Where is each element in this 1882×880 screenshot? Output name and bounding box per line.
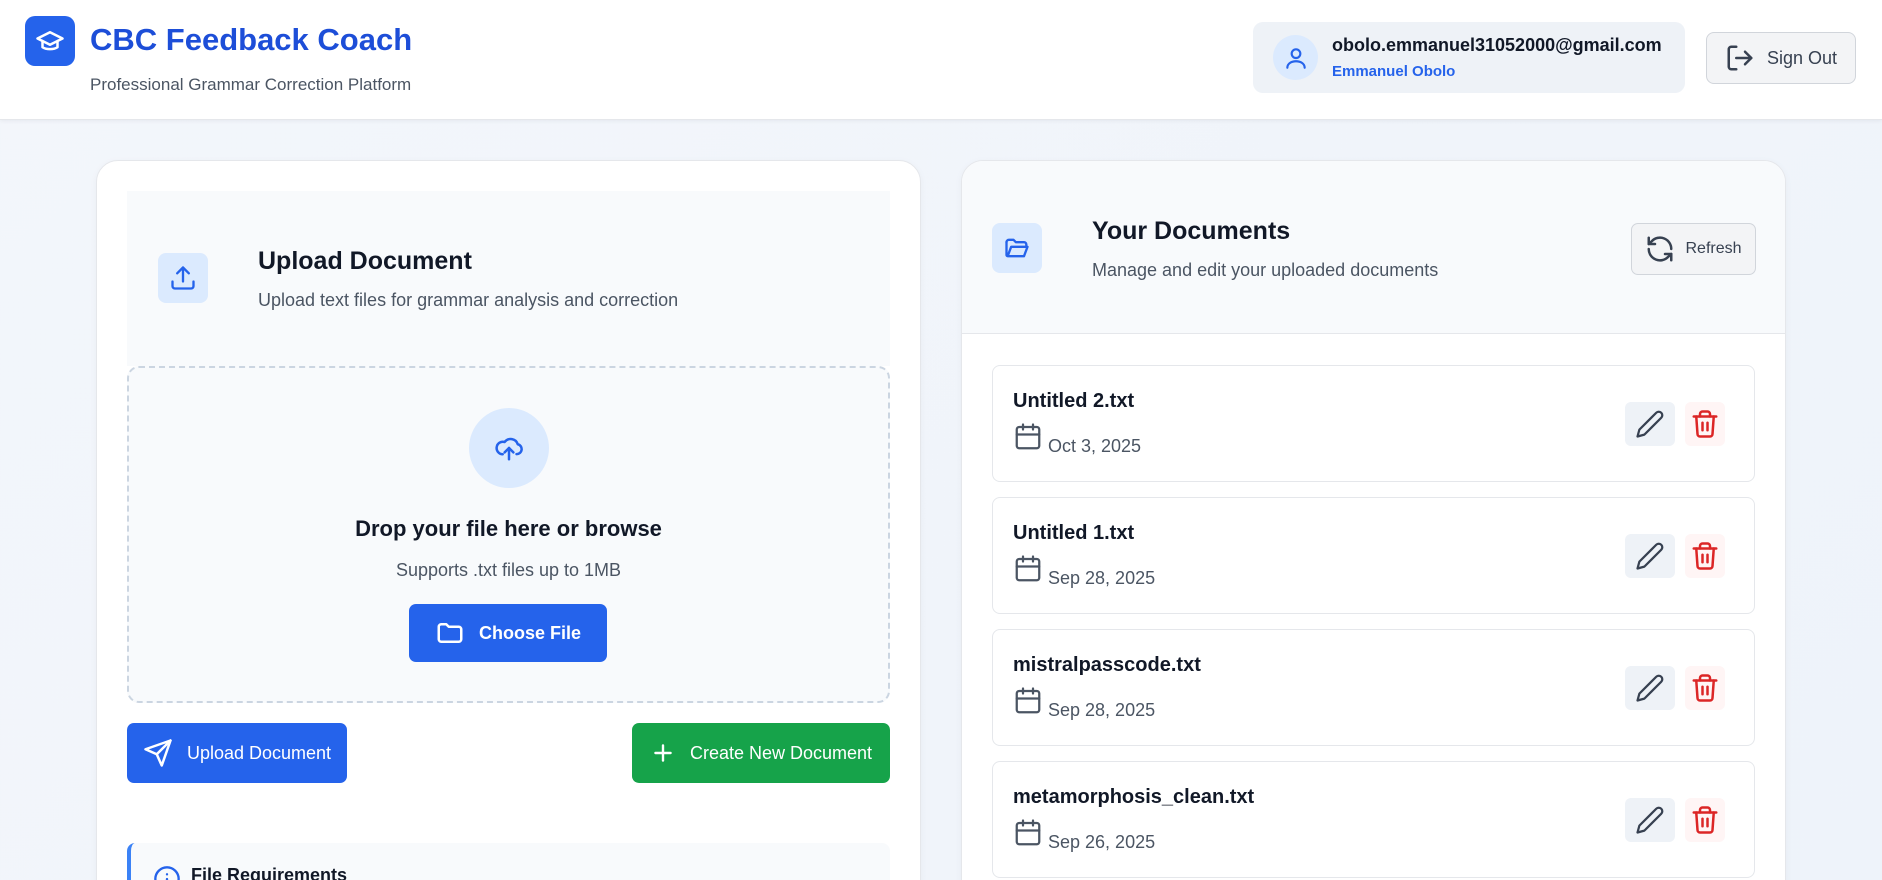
refresh-label: Refresh [1685, 240, 1742, 257]
app-title: CBC Feedback Coach [90, 22, 413, 57]
dropzone-subtitle: Supports .txt files up to 1MB [395, 560, 622, 580]
user-icon [1285, 47, 1306, 69]
upload-title: Upload Document [258, 247, 472, 275]
pencil-icon [1636, 674, 1664, 702]
document-item[interactable]: metamorphosis_clean.txt Sep 26, 2025 [992, 761, 1755, 878]
documents-description: Manage and edit your uploaded documents [1092, 260, 1439, 280]
trash-icon [1692, 542, 1718, 570]
upload-document-button[interactable]: Upload Document [127, 723, 347, 783]
sign-out-label: Sign Out [1766, 47, 1838, 68]
delete-document-button[interactable] [1685, 534, 1725, 578]
document-name: Untitled 2.txt [1013, 390, 1135, 412]
app-subtitle: Professional Grammar Correction Platform [90, 75, 412, 94]
graduation-cap-icon [36, 31, 64, 51]
documents-title: Your Documents [1092, 217, 1291, 245]
pencil-icon [1636, 410, 1664, 438]
sign-out-button[interactable]: Sign Out [1706, 32, 1856, 84]
calendar-icon [1015, 423, 1041, 450]
refresh-icon [1647, 236, 1673, 262]
refresh-button[interactable]: Refresh [1631, 223, 1756, 275]
document-name: metamorphosis_clean.txt [1013, 786, 1255, 808]
upload-header: Upload Document Upload text files for gr… [127, 191, 890, 366]
pencil-icon [1636, 806, 1664, 834]
delete-document-button[interactable] [1685, 402, 1725, 446]
edit-document-button[interactable] [1625, 534, 1675, 578]
file-requirements-title: File Requirements [191, 865, 348, 880]
upload-document-label: Upload Document [186, 742, 332, 763]
delete-document-button[interactable] [1685, 798, 1725, 842]
file-requirements-panel: File Requirements [127, 843, 890, 880]
document-item[interactable]: Untitled 2.txt Oct 3, 2025 [992, 365, 1755, 482]
file-dropzone[interactable]: Drop your file here or browse Supports .… [127, 366, 890, 703]
sign-out-icon [1727, 45, 1753, 71]
choose-file-label: Choose File [478, 622, 581, 643]
upload-header-icon-box [158, 253, 208, 303]
cloud-upload-icon [495, 437, 523, 461]
document-item[interactable]: mistralpasscode.txt Sep 28, 2025 [992, 629, 1755, 746]
document-date: Sep 28, 2025 [1048, 568, 1156, 588]
upload-description: Upload text files for grammar analysis a… [258, 290, 679, 310]
pencil-icon [1636, 542, 1664, 570]
avatar [1273, 35, 1318, 80]
folder-open-icon [1005, 238, 1029, 258]
plus-icon [654, 744, 672, 762]
dropzone-icon-circle [469, 408, 549, 488]
calendar-icon [1015, 819, 1041, 846]
user-card: obolo.emmanuel31052000@gmail.com Emmanue… [1253, 22, 1685, 93]
documents-card: Your Documents Manage and edit your uplo… [961, 160, 1786, 880]
app-header: CBC Feedback Coach Professional Grammar … [0, 0, 1882, 120]
calendar-icon [1015, 687, 1041, 714]
trash-icon [1692, 674, 1718, 702]
create-new-document-button[interactable]: Create New Document [632, 723, 890, 783]
choose-file-button[interactable]: Choose File [409, 604, 607, 662]
delete-document-button[interactable] [1685, 666, 1725, 710]
send-icon [144, 739, 172, 767]
dropzone-title: Drop your file here or browse [355, 516, 662, 541]
document-item[interactable]: Untitled 1.txt Sep 28, 2025 [992, 497, 1755, 614]
documents-header: Your Documents Manage and edit your uplo… [962, 161, 1785, 334]
edit-document-button[interactable] [1625, 402, 1675, 446]
upload-card: Upload Document Upload text files for gr… [96, 160, 921, 880]
edit-document-button[interactable] [1625, 666, 1675, 710]
document-date: Sep 26, 2025 [1048, 832, 1156, 852]
upload-icon [171, 266, 195, 290]
trash-icon [1692, 806, 1718, 834]
document-name: Untitled 1.txt [1013, 522, 1135, 544]
document-list: Untitled 2.txt Oct 3, 2025 Untitled 1.tx… [992, 365, 1755, 880]
info-icon [154, 866, 180, 880]
trash-icon [1692, 410, 1718, 438]
user-name: Emmanuel Obolo [1332, 63, 1456, 80]
calendar-icon [1015, 555, 1041, 582]
user-email: obolo.emmanuel31052000@gmail.com [1332, 35, 1662, 55]
documents-header-icon-box [992, 223, 1042, 273]
document-date: Sep 28, 2025 [1048, 700, 1156, 720]
logo [25, 16, 75, 66]
document-date: Oct 3, 2025 [1048, 436, 1142, 456]
document-name: mistralpasscode.txt [1013, 654, 1201, 676]
create-new-document-label: Create New Document [689, 742, 873, 763]
folder-icon [437, 623, 463, 643]
edit-document-button[interactable] [1625, 798, 1675, 842]
